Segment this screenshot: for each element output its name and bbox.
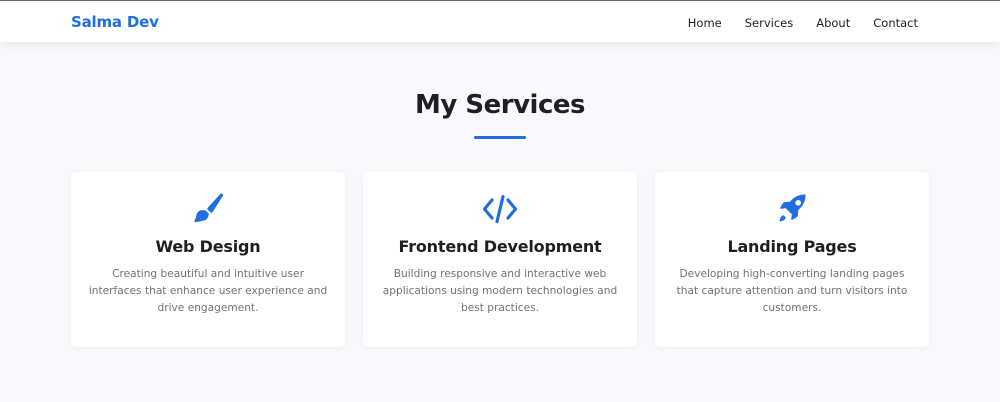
service-card-landing-pages: Landing Pages Developing high-converting… [655, 172, 929, 347]
nav-link-contact[interactable]: Contact [873, 16, 918, 30]
nav-item-home: Home [688, 12, 722, 31]
card-title: Web Design [155, 237, 261, 256]
nav-link-about[interactable]: About [816, 16, 850, 30]
section-title: My Services [415, 90, 585, 120]
service-card-frontend-development: Frontend Development Building responsive… [363, 172, 637, 347]
nav-link-services[interactable]: Services [745, 16, 794, 30]
nav-item-about: About [816, 12, 850, 31]
nav-links: Home Services About Contact [688, 12, 918, 31]
card-description: Developing high-converting landing pages… [676, 268, 908, 314]
card-description: Creating beautiful and intuitive user in… [88, 268, 328, 314]
nav-item-contact: Contact [873, 12, 918, 31]
card-title: Landing Pages [727, 237, 857, 256]
card-description: Building responsive and interactive web … [382, 268, 618, 314]
rocket-icon [774, 191, 810, 227]
services-cards: Web Design Creating beautiful and intuit… [71, 172, 929, 347]
card-title: Frontend Development [398, 237, 602, 256]
nav-link-home[interactable]: Home [688, 16, 722, 30]
nav-item-services: Services [745, 12, 794, 31]
title-underline [474, 136, 526, 139]
navbar: Salma Dev Home Services About Contact [0, 0, 1000, 42]
brand-logo[interactable]: Salma Dev [71, 13, 159, 31]
code-icon [482, 191, 518, 227]
paintbrush-icon [190, 191, 226, 227]
service-card-web-design: Web Design Creating beautiful and intuit… [71, 172, 345, 347]
